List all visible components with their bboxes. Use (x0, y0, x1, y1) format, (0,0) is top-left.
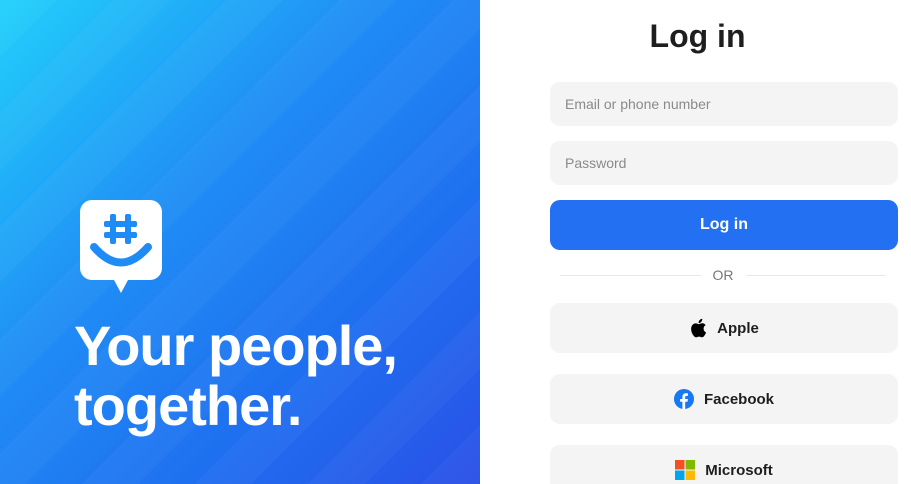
divider-text: OR (712, 267, 734, 283)
email-input[interactable] (550, 82, 898, 126)
login-page: Your people, together. Log in Log in OR … (0, 0, 911, 484)
divider-line-right (745, 274, 886, 276)
login-button[interactable]: Log in (550, 200, 898, 250)
divider-line-left (560, 274, 701, 276)
facebook-login-label: Facebook (703, 390, 775, 408)
apple-login-label: Apple (717, 319, 759, 337)
or-divider: OR (560, 265, 886, 285)
hero-panel: Your people, together. (0, 0, 480, 484)
login-title: Log in (649, 18, 746, 54)
facebook-icon (673, 389, 694, 409)
microsoft-login-button[interactable]: Microsoft (550, 445, 898, 484)
apple-icon (691, 318, 707, 338)
facebook-login-button[interactable]: Facebook (550, 374, 898, 424)
apple-login-button[interactable]: Apple (550, 303, 898, 353)
groupme-logo-icon (80, 200, 162, 293)
microsoft-login-label: Microsoft (705, 461, 773, 479)
hero-tagline: Your people, together. (74, 314, 398, 437)
microsoft-icon (675, 460, 696, 480)
login-panel: Log in Log in OR Apple Facebook (480, 0, 911, 484)
password-input[interactable] (550, 141, 898, 185)
